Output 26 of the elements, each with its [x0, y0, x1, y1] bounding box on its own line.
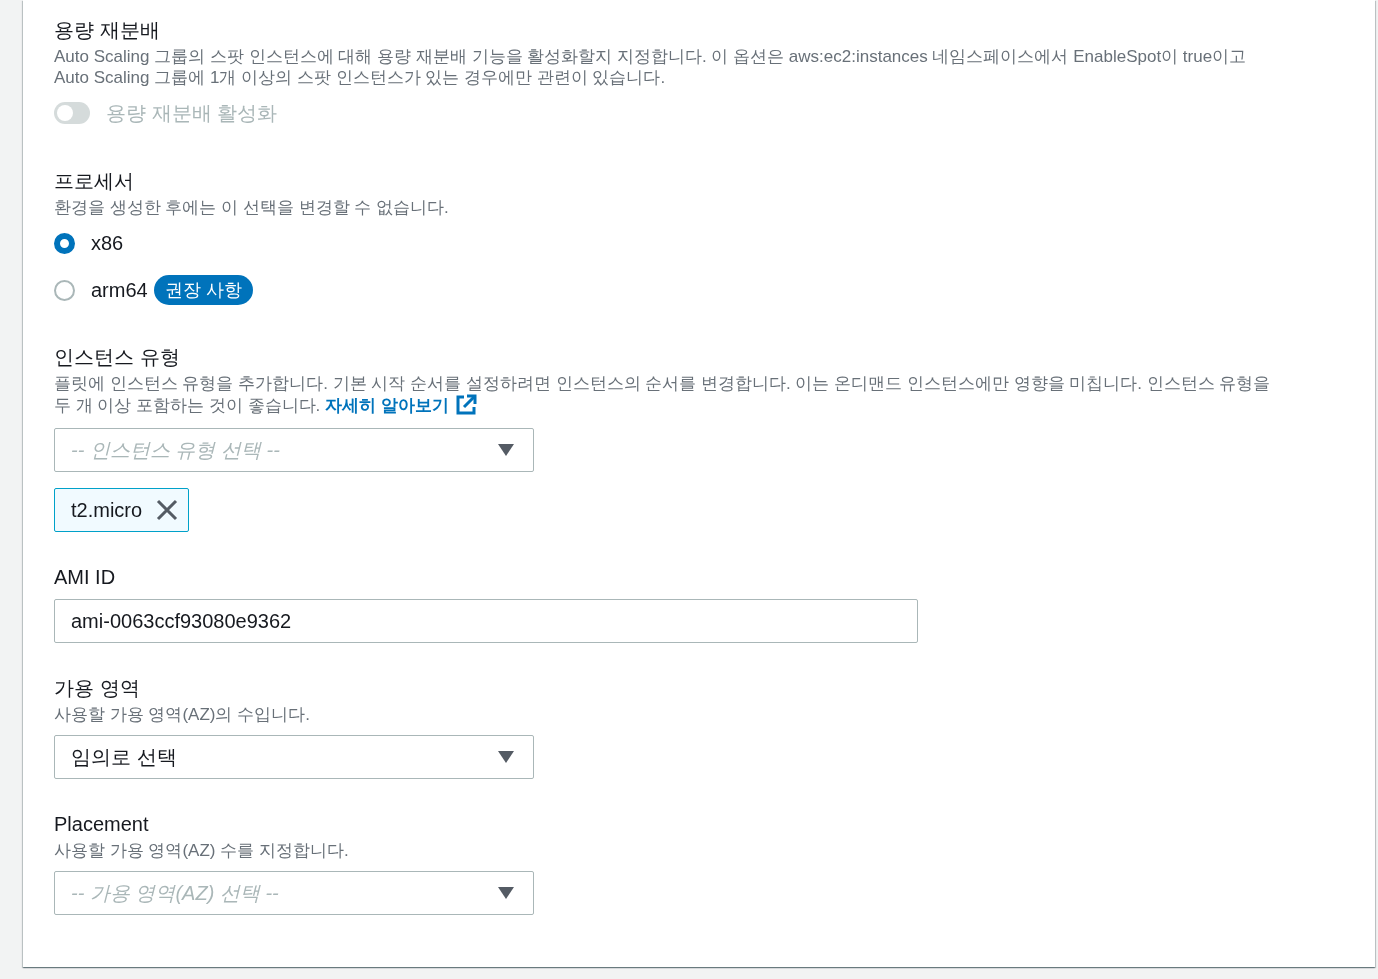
field-description: 플릿에 인스턴스 유형을 추가합니다. 기본 시작 순서를 설정하려면 인스턴스의 순서를 변경합니다. 이는 온디맨드 인스턴스에만 영향을 미칩니다. 인스턴스 유형을 두 개 이상 포함하는 것이 좋습니다. 자세히 알아보기 — [54, 373, 1272, 416]
field-description: 사용할 가용 영역(AZ)의 수입니다. — [54, 704, 311, 725]
field-label: 프로세서 — [54, 169, 135, 194]
field-label: 인스턴스 유형 — [54, 345, 181, 370]
field-description: 사용할 가용 영역(AZ) 수를 지정합니다. — [54, 840, 350, 861]
radio-button[interactable] — [54, 279, 75, 301]
caret-icon — [498, 887, 514, 899]
text-input[interactable]: ami-0063ccf93080e9362 — [54, 599, 918, 643]
field-label: Placement — [54, 812, 150, 837]
field-label: 용량 재분배 — [54, 18, 161, 43]
close-icon[interactable] — [156, 499, 179, 521]
caret-icon — [498, 751, 514, 763]
radio-button[interactable] — [54, 232, 75, 254]
field-label: AMI ID — [54, 565, 117, 590]
external-link-icon — [454, 394, 477, 416]
caret-icon — [498, 444, 514, 456]
toggle-label: 용량 재분배 활성화 — [106, 101, 278, 126]
recommended-badge: 권장 사항 — [153, 275, 253, 305]
radio-label: arm64 — [91, 278, 148, 303]
field-description: Auto Scaling 그룹의 스팟 인스턴스에 대해 용량 재분배 기능을 활성화할지 지정합니다. 이 옵션은 aws:ec2:instances 네임스페이스에서 EnableSpot이 true이고 Auto Scaling 그룹에 1개 이상의 스팟 인스턴스가 있는 경우에만 관련이 있습니다. — [54, 46, 1248, 88]
field-description: 환경을 생성한 후에는 이 선택을 변경할 수 없습니다. — [54, 197, 450, 218]
dropdown[interactable]: 임의로 선택 — [54, 735, 534, 779]
learn-more-link[interactable]: 자세히 알아보기 — [325, 396, 477, 415]
radio-label: x86 — [91, 231, 124, 256]
field-label: 가용 영역 — [54, 676, 141, 701]
token-label: t2.micro — [71, 498, 143, 523]
